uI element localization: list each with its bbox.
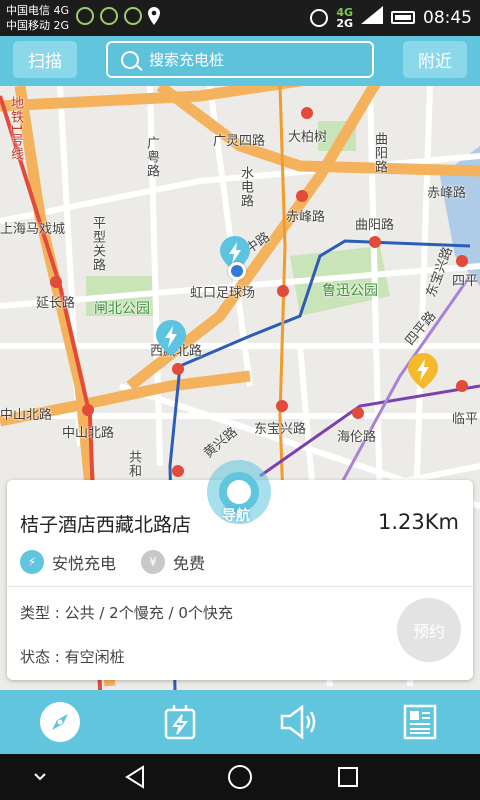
search-box[interactable] (106, 41, 374, 78)
home-button[interactable] (225, 754, 255, 800)
station-distance: 1.23Km (378, 510, 459, 534)
operator-name: 安悦充电 (52, 554, 117, 573)
operator-icon: ⚡ (20, 550, 44, 574)
system-nav-bar (0, 754, 480, 800)
current-location-dot (228, 262, 246, 280)
label-zhabei-park: 闸北公园 (94, 301, 150, 317)
label-hailun: 海伦路 (337, 430, 377, 445)
nearby-button[interactable]: 附近 (403, 41, 467, 78)
battery-icon (391, 11, 415, 24)
card-divider (7, 586, 473, 587)
charger-type-info: 类型 : 公共 / 2个慢充 / 0个快充 (20, 604, 233, 622)
label-chifeng: 赤峰路 (286, 210, 326, 225)
label-gonghe: 共和 (126, 450, 141, 478)
label-hongkou-stadium: 虹口足球场 (190, 286, 256, 301)
speaker-icon (280, 704, 316, 740)
carrier-info: 中国电信 4G 中国移动 2G (6, 3, 69, 33)
label-luxun-park: 鲁迅公园 (322, 283, 378, 299)
label-guangyue: 广粤路 (144, 136, 159, 178)
label-dabaishu: 大柏树 (288, 130, 328, 145)
location-icon (148, 7, 160, 25)
charger-pin-2[interactable] (156, 320, 186, 356)
tab-news[interactable] (360, 690, 480, 754)
network-4g: 4G (336, 5, 353, 19)
label-chifeng-2: 赤峰路 (427, 186, 467, 201)
status-bar: 中国电信 4G 中国移动 2G 4G 2G 08:45 (0, 0, 480, 36)
alarm-icon (310, 8, 329, 27)
metro-line-4 (338, 275, 472, 487)
label-zhongshanbei-1: 中山北路 (0, 408, 53, 423)
label-zhongshanbei-2: 中山北路 (62, 426, 115, 441)
tab-broadcast[interactable] (240, 690, 360, 754)
label-pingxingguan: 平型关路 (90, 216, 105, 272)
search-input[interactable] (149, 50, 349, 69)
bottom-tab-bar (0, 690, 480, 754)
operator-tag: ⚡ 安悦充电 (20, 550, 116, 574)
label-quyang-v: 曲阳路 (372, 132, 387, 174)
label-quyang: 曲阳路 (355, 218, 395, 233)
charger-status-info: 状态 : 有空闲桩 (20, 648, 125, 666)
notification-icons (76, 7, 160, 25)
network-2g: 2G (336, 16, 353, 30)
chevron-down-icon[interactable] (28, 754, 52, 800)
fee-tag: ¥ 免费 (141, 550, 205, 574)
tab-map[interactable] (0, 690, 120, 754)
station-name: 桔子酒店西藏北路店 (20, 514, 192, 536)
label-metro-1: 地铁1号线 (8, 96, 23, 162)
yuan-icon: ¥ (141, 550, 165, 574)
carrier-1: 中国电信 4G (6, 4, 70, 17)
search-icon (121, 50, 139, 69)
tab-charging[interactable] (120, 690, 240, 754)
label-dongbaoxing: 东宝兴路 (254, 422, 307, 437)
label-shuidian: 水电路 (238, 166, 253, 208)
news-icon (403, 704, 437, 740)
user-icon (76, 7, 94, 25)
carrier-2: 中国移动 2G (6, 19, 70, 32)
fee-text: 免费 (173, 554, 206, 573)
label-siping: 四平 (452, 274, 479, 289)
app-icon (124, 7, 142, 25)
navigate-label: 导航 (222, 508, 250, 524)
recents-button[interactable] (333, 754, 363, 800)
charger-icon (164, 705, 196, 740)
compass-icon (40, 702, 80, 742)
back-button[interactable] (120, 754, 150, 800)
scan-button[interactable]: 扫描 (13, 41, 77, 78)
charger-pin-3[interactable] (408, 353, 438, 389)
network-indicator: 4G 2G (336, 7, 353, 29)
label-guangling: 广灵四路 (213, 134, 266, 149)
top-bar: 扫描 附近 (0, 36, 480, 86)
label-circus: 上海马戏城 (0, 222, 66, 237)
label-linping: 临平 (452, 412, 479, 427)
reserve-button[interactable]: 预约 (397, 598, 461, 662)
signal-icon (361, 6, 383, 29)
label-yanchang: 延长路 (36, 296, 76, 311)
clock: 08:45 (423, 7, 472, 28)
wechat-icon (100, 7, 118, 25)
